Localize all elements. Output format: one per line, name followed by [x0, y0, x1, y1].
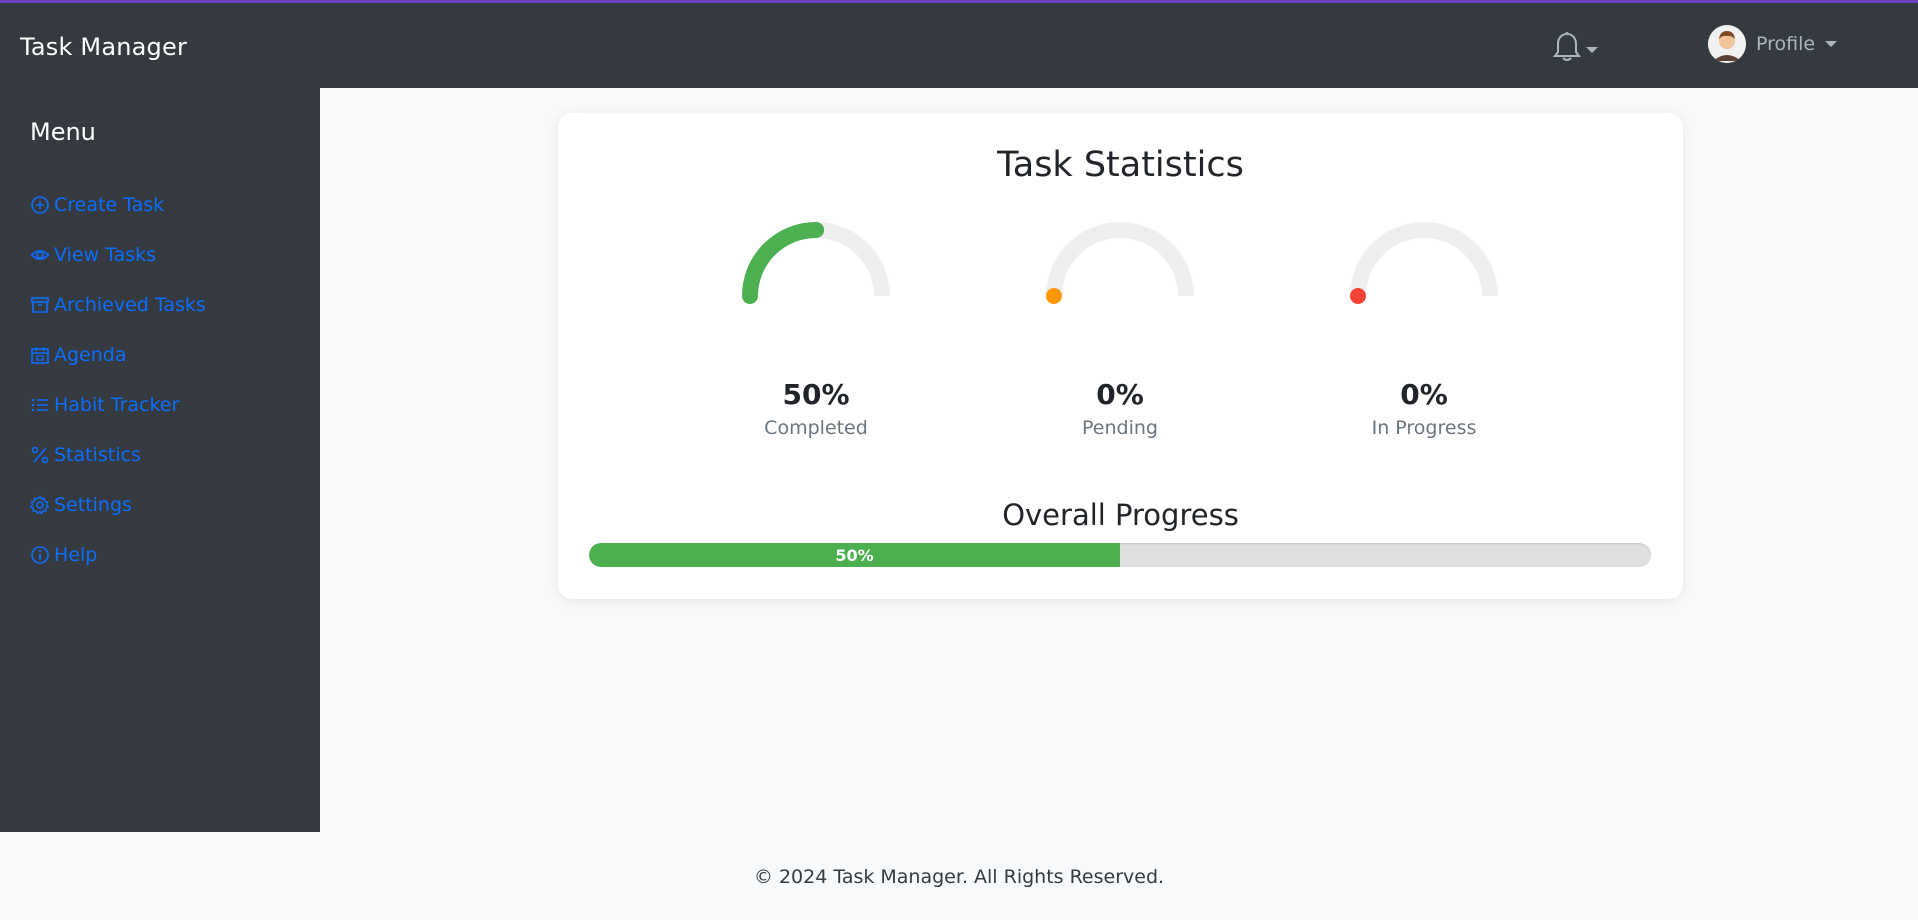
gauge-pending: 0% Pending	[970, 218, 1270, 439]
gauge-in-progress-arc	[1350, 222, 1498, 304]
sidebar-item-create-task[interactable]: Create Task	[30, 180, 206, 230]
gauge-percent: 0%	[1400, 378, 1448, 411]
sidebar-item-archieved-tasks[interactable]: Archieved Tasks	[30, 280, 206, 330]
gauge-start-dot	[1046, 288, 1062, 304]
gauge-completed: 50% Completed	[666, 218, 966, 439]
gauge-percent: 0%	[1096, 378, 1144, 411]
profile-label: Profile	[1756, 33, 1816, 55]
sidebar-item-label: Agenda	[54, 344, 127, 366]
sidebar-item-settings[interactable]: Settings	[30, 480, 206, 530]
avatar	[1708, 25, 1746, 63]
sidebar-item-agenda[interactable]: Agenda	[30, 330, 206, 380]
notifications-dropdown[interactable]	[1552, 31, 1598, 63]
sidebar-item-view-tasks[interactable]: View Tasks	[30, 230, 206, 280]
sidebar-nav: Create Task View Tasks Archieved Tasks A…	[30, 180, 206, 580]
calendar-icon	[31, 347, 49, 364]
sidebar-item-statistics[interactable]: Statistics	[30, 430, 206, 480]
gauge-label: Pending	[1082, 417, 1158, 439]
profile-dropdown[interactable]: Profile	[1708, 25, 1838, 63]
plus-circle-icon	[31, 196, 49, 214]
sidebar-item-label: Help	[54, 544, 98, 566]
bell-icon	[1553, 32, 1581, 61]
footer-copyright: © 2024 Task Manager. All Rights Reserved…	[753, 866, 1165, 888]
gauge-label: In Progress	[1371, 417, 1477, 439]
gauge-completed-arc	[742, 222, 890, 304]
list-icon	[31, 398, 48, 412]
sidebar-title: Menu	[30, 118, 96, 146]
sidebar-item-label: Habit Tracker	[54, 394, 180, 416]
sidebar-item-habit-tracker[interactable]: Habit Tracker	[30, 380, 206, 430]
chevron-down-icon	[1825, 41, 1838, 47]
archive-icon	[31, 297, 49, 313]
sidebar-item-label: Archieved Tasks	[54, 294, 206, 316]
sidebar-item-label: Settings	[54, 494, 132, 516]
sidebar-item-help[interactable]: Help	[30, 530, 206, 580]
gauge-percent: 50%	[782, 378, 850, 411]
sidebar: Menu Create Task View Tasks Archieved Ta…	[0, 88, 320, 832]
top-navbar: Task Manager Profile	[0, 0, 1918, 88]
gauge-label: Completed	[764, 417, 868, 439]
sidebar-item-label: Statistics	[54, 444, 141, 466]
gauge-start-dot	[1350, 288, 1366, 304]
overall-progress-bar: 50%	[589, 543, 1651, 567]
gauge-in-progress: 0% In Progress	[1274, 218, 1574, 439]
sidebar-item-label: Create Task	[54, 194, 165, 216]
task-statistics-card: Task Statistics 50% Completed 0% Pending…	[558, 113, 1683, 599]
gauge-pending-arc	[1046, 222, 1194, 304]
gear-icon	[30, 495, 50, 515]
overall-progress-title: Overall Progress	[1002, 498, 1239, 532]
card-title: Task Statistics	[997, 145, 1244, 185]
chevron-down-icon	[1586, 47, 1598, 53]
overall-progress-fill: 50%	[589, 543, 1120, 567]
eye-icon	[30, 250, 50, 260]
info-circle-icon	[31, 546, 49, 564]
sidebar-item-label: View Tasks	[54, 244, 157, 266]
brand-title[interactable]: Task Manager	[20, 33, 187, 61]
percent-icon	[31, 446, 49, 464]
